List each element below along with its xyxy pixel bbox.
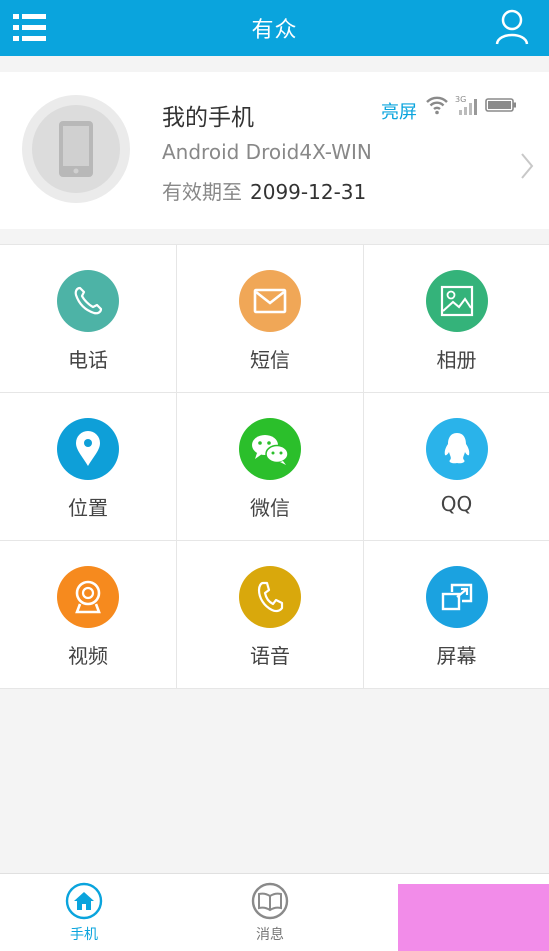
feature-grid: 电话 短信 相册 位置 微信 QQ 视频 语音 屏幕 [0,244,549,689]
wechat-icon [239,418,301,480]
grid-label: 视频 [68,644,108,668]
grid-label: 语音 [250,644,290,668]
app-header: 有众 [0,0,549,56]
overlay-block [398,884,549,951]
expiry-label: 有效期至 [162,180,242,204]
device-model: Android Droid4X-WIN [162,140,372,164]
user-profile-button[interactable] [495,8,529,46]
qq-icon [425,418,488,480]
grid-label: 微信 [250,496,290,520]
nav-phone[interactable]: 手机 [34,882,134,944]
grid-item-album[interactable]: 相册 [364,245,549,393]
grid-item-wechat[interactable]: 微信 [177,393,364,541]
webcam-icon [57,566,119,628]
device-avatar [22,95,130,203]
grid-item-video[interactable]: 视频 [0,541,177,689]
network-type-label: 3G [455,95,466,104]
voice-icon [239,566,301,628]
grid-item-sms[interactable]: 短信 [177,245,364,393]
mail-icon [239,270,301,332]
grid-item-phone[interactable]: 电话 [0,245,177,393]
book-icon [251,882,289,920]
nav-messages-label: 消息 [256,927,284,943]
grid-item-screen[interactable]: 屏幕 [364,541,549,689]
grid-label: 相册 [436,348,477,372]
grid-label: 电话 [68,348,108,372]
expiry-date: 2099-12-31 [250,180,367,204]
nav-messages[interactable]: 消息 [220,882,320,944]
screen-status: 亮屏 [381,102,417,123]
chevron-right-icon [521,153,534,179]
list-menu-icon [13,14,46,41]
menu-button[interactable] [12,10,48,46]
grid-label: 短信 [250,348,290,372]
photo-icon [425,270,488,332]
grid-label: QQ [440,492,473,516]
device-status-icons: 3G [425,94,517,116]
home-icon [65,882,103,920]
smartphone-icon [59,121,93,177]
bottom-nav: 手机 消息 [0,873,549,951]
grid-item-voice[interactable]: 语音 [177,541,364,689]
grid-label: 屏幕 [436,644,477,668]
user-icon [495,9,529,45]
battery-icon [485,98,516,112]
location-icon [57,418,119,480]
wifi-icon [426,96,448,115]
device-name: 我的手机 [162,105,254,131]
grid-item-qq[interactable]: QQ [364,393,549,541]
expiry-info: 有效期至 2099-12-31 [162,176,366,205]
grid-label: 位置 [68,496,108,520]
grid-item-location[interactable]: 位置 [0,393,177,541]
page-title: 有众 [251,18,298,43]
signal-icon: 3G [455,95,477,115]
nav-phone-label: 手机 [70,927,98,943]
phone-icon [57,270,119,332]
screen-icon [425,566,488,628]
device-card[interactable]: 我的手机 Android Droid4X-WIN 有效期至 2099-12-31 … [0,72,549,229]
